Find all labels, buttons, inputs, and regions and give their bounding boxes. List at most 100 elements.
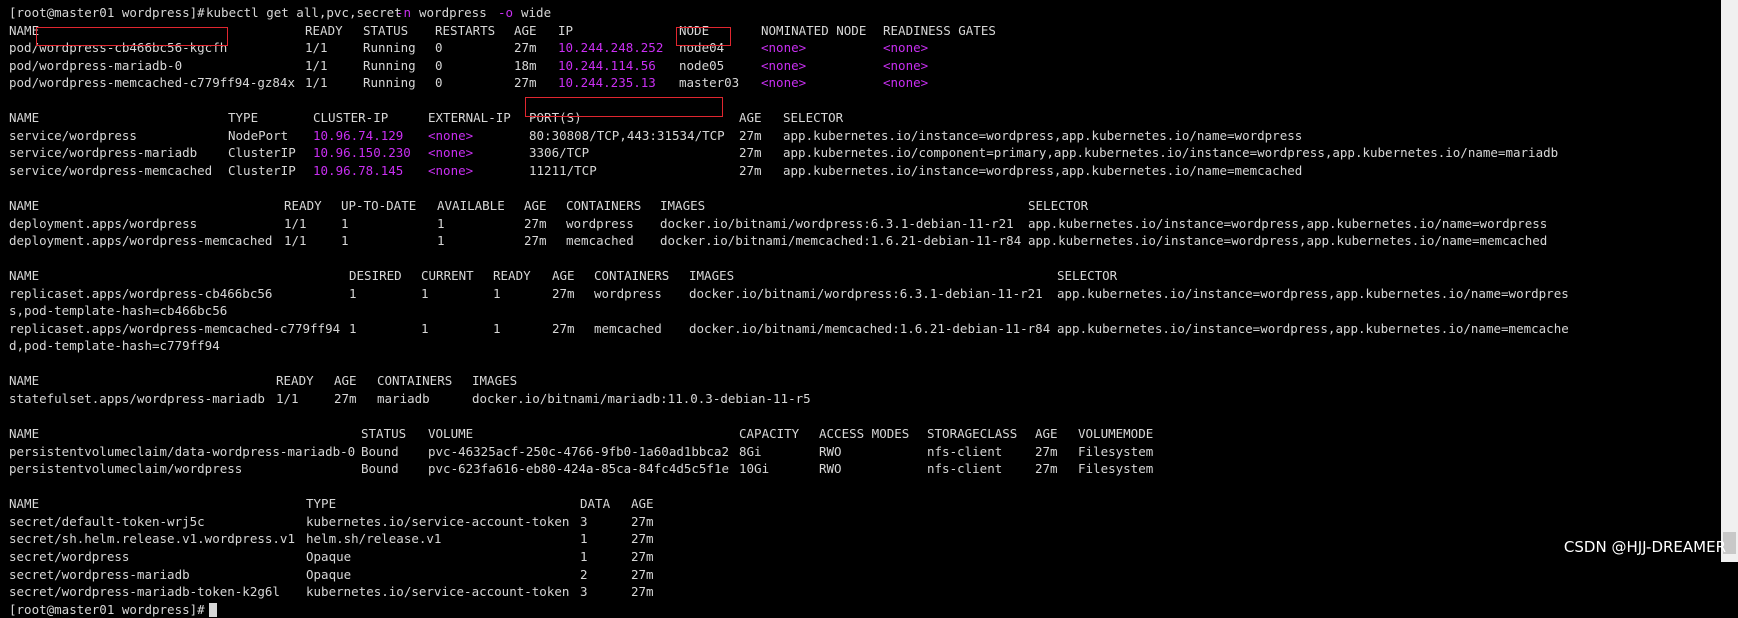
- column-header: VOLUMEMODE: [1078, 426, 1154, 442]
- column-header: AGE: [739, 110, 762, 126]
- replicasets-row: replicaset.apps/wordpress-cb466bc56 1 1 1 27…: [9, 285, 1738, 303]
- column-header: SELECTOR: [1028, 198, 1089, 214]
- cell: 1: [580, 548, 588, 564]
- prompt-line: [root@master01 wordpress]#: [9, 601, 1738, 618]
- cell: mariadb: [377, 391, 430, 407]
- cell: <none>: [428, 145, 474, 161]
- cell: 27m: [1035, 461, 1058, 477]
- cell: 3: [580, 513, 588, 529]
- pvcs-header-row: NAME STATUS VOLUME CAPACITY ACCESS MODES STOR…: [9, 425, 1738, 443]
- column-header: NAME: [9, 110, 40, 126]
- annotation-box-ports: [525, 97, 723, 117]
- cell: secret/wordpress: [9, 548, 130, 564]
- terminal-output[interactable]: [root@master01 wordpress]# kubectl get al…: [9, 4, 1738, 618]
- cell: 3: [580, 584, 588, 600]
- services-row: service/wordpress NodePort 10.96.74.129 <no…: [9, 127, 1738, 145]
- replicasets-row-wrap: d,pod-template-hash=c779ff94: [9, 337, 1738, 355]
- services-row: service/wordpress-memcached ClusterIP 10.9…: [9, 162, 1738, 180]
- column-header: IMAGES: [660, 198, 706, 214]
- column-header: READY: [276, 373, 314, 389]
- cell: 27m: [631, 513, 654, 529]
- cell: replicaset.apps/wordpress-cb466bc56: [9, 285, 273, 301]
- column-header: AGE: [552, 268, 575, 284]
- cell: 10.244.248.252: [558, 40, 664, 56]
- column-header: READY: [305, 22, 343, 38]
- command-flag: -o: [498, 5, 514, 20]
- pods-row: pod/wordpress-cb466bc56-kgcfh 1/1 Running 0…: [9, 39, 1738, 57]
- cell: memcached: [594, 320, 662, 336]
- prompt: [root@master01 wordpress]#: [9, 5, 205, 20]
- cell: Filesystem: [1078, 443, 1154, 459]
- cell: <none>: [761, 57, 807, 73]
- cell: ClusterIP: [228, 145, 296, 161]
- vertical-scrollbar[interactable]: [1721, 0, 1738, 562]
- cell: 27m: [514, 40, 537, 56]
- cell: service/wordpress-mariadb: [9, 145, 198, 161]
- cell: 8Gi: [739, 443, 762, 459]
- secrets-header-row: NAME TYPE DATA AGE: [9, 495, 1738, 513]
- cell: Bound: [361, 461, 399, 477]
- cell: Running: [363, 40, 416, 56]
- cell: service/wordpress: [9, 127, 137, 143]
- cell: statefulset.apps/wordpress-mariadb: [9, 391, 265, 407]
- cell: app.kubernetes.io/instance=wordpress,app…: [783, 162, 1303, 178]
- cell: 1: [421, 285, 429, 301]
- watermark: CSDN @HJJ-DREAMER: [1563, 538, 1726, 556]
- cell: 1/1: [276, 391, 299, 407]
- column-header: RESTARTS: [435, 22, 496, 38]
- pods-header-row: NAME READY STATUS RESTARTS AGE IP NODE NOMINATE…: [9, 22, 1738, 40]
- column-header: AGE: [524, 198, 547, 214]
- cell: pod/wordpress-memcached-c779ff94-gz84x: [9, 75, 295, 91]
- cell: 10.96.150.230: [313, 145, 411, 161]
- column-header: UP-TO-DATE: [341, 198, 417, 214]
- column-header: NAME: [9, 373, 40, 389]
- column-header: NAME: [9, 496, 40, 512]
- column-header: STATUS: [361, 426, 407, 442]
- cell: 1/1: [284, 215, 307, 231]
- cell: 11211/TCP: [529, 162, 597, 178]
- cell: 0: [435, 57, 443, 73]
- column-header: IMAGES: [472, 373, 518, 389]
- pods-row: pod/wordpress-mariadb-0 1/1 Running 0 18m 10.…: [9, 57, 1738, 75]
- column-header: AGE: [334, 373, 357, 389]
- cell: docker.io/bitnami/memcached:1.6.21-debia…: [660, 233, 1022, 249]
- cell: ClusterIP: [228, 162, 296, 178]
- command-flag: -n: [396, 5, 412, 20]
- services-row: service/wordpress-mariadb ClusterIP 10.96.…: [9, 144, 1738, 162]
- cell: persistentvolumeclaim/data-wordpress-mar…: [9, 443, 356, 459]
- cell: 1: [349, 320, 357, 336]
- cell: 27m: [552, 285, 575, 301]
- cell: 1: [341, 215, 349, 231]
- column-header: NAME: [9, 268, 40, 284]
- cell: 0: [435, 40, 443, 56]
- cell: app.kubernetes.io/component=primary,app.…: [783, 145, 1559, 161]
- cell: nfs-client: [927, 461, 1003, 477]
- annotation-box-pod-name: [36, 27, 228, 46]
- secrets-row: secret/wordpress-mariadb-token-k2g6l kube…: [9, 583, 1738, 601]
- cell: nfs-client: [927, 443, 1003, 459]
- cell: docker.io/bitnami/memcached:1.6.21-debia…: [689, 320, 1051, 336]
- cell: 3306/TCP: [529, 145, 590, 161]
- column-header: ACCESS MODES: [819, 426, 910, 442]
- cell: <none>: [761, 75, 807, 91]
- column-header: TYPE: [306, 496, 337, 512]
- cell: kubernetes.io/service-account-token: [306, 513, 570, 529]
- cell: Filesystem: [1078, 461, 1154, 477]
- secrets-row: secret/sh.helm.release.v1.wordpress.v1 he…: [9, 530, 1738, 548]
- cell: pod/wordpress-mariadb-0: [9, 57, 183, 73]
- command-arg: wordpress: [419, 5, 487, 20]
- command-line: [root@master01 wordpress]# kubectl get al…: [9, 4, 1738, 22]
- statefulsets-header-row: NAME READY AGE CONTAINERS IMAGES: [9, 372, 1738, 390]
- column-header: STORAGECLASS: [927, 426, 1018, 442]
- cell: 1: [580, 531, 588, 547]
- wrapped-text: s,pod-template-hash=cb466bc56: [9, 303, 228, 319]
- cell: 1: [349, 285, 357, 301]
- cell: helm.sh/release.v1: [306, 531, 442, 547]
- replicasets-row-wrap: s,pod-template-hash=cb466bc56: [9, 302, 1738, 320]
- cell: <none>: [883, 75, 929, 91]
- deployments-row: deployment.apps/wordpress-memcached 1/1 1 1…: [9, 232, 1738, 250]
- cell: 27m: [631, 548, 654, 564]
